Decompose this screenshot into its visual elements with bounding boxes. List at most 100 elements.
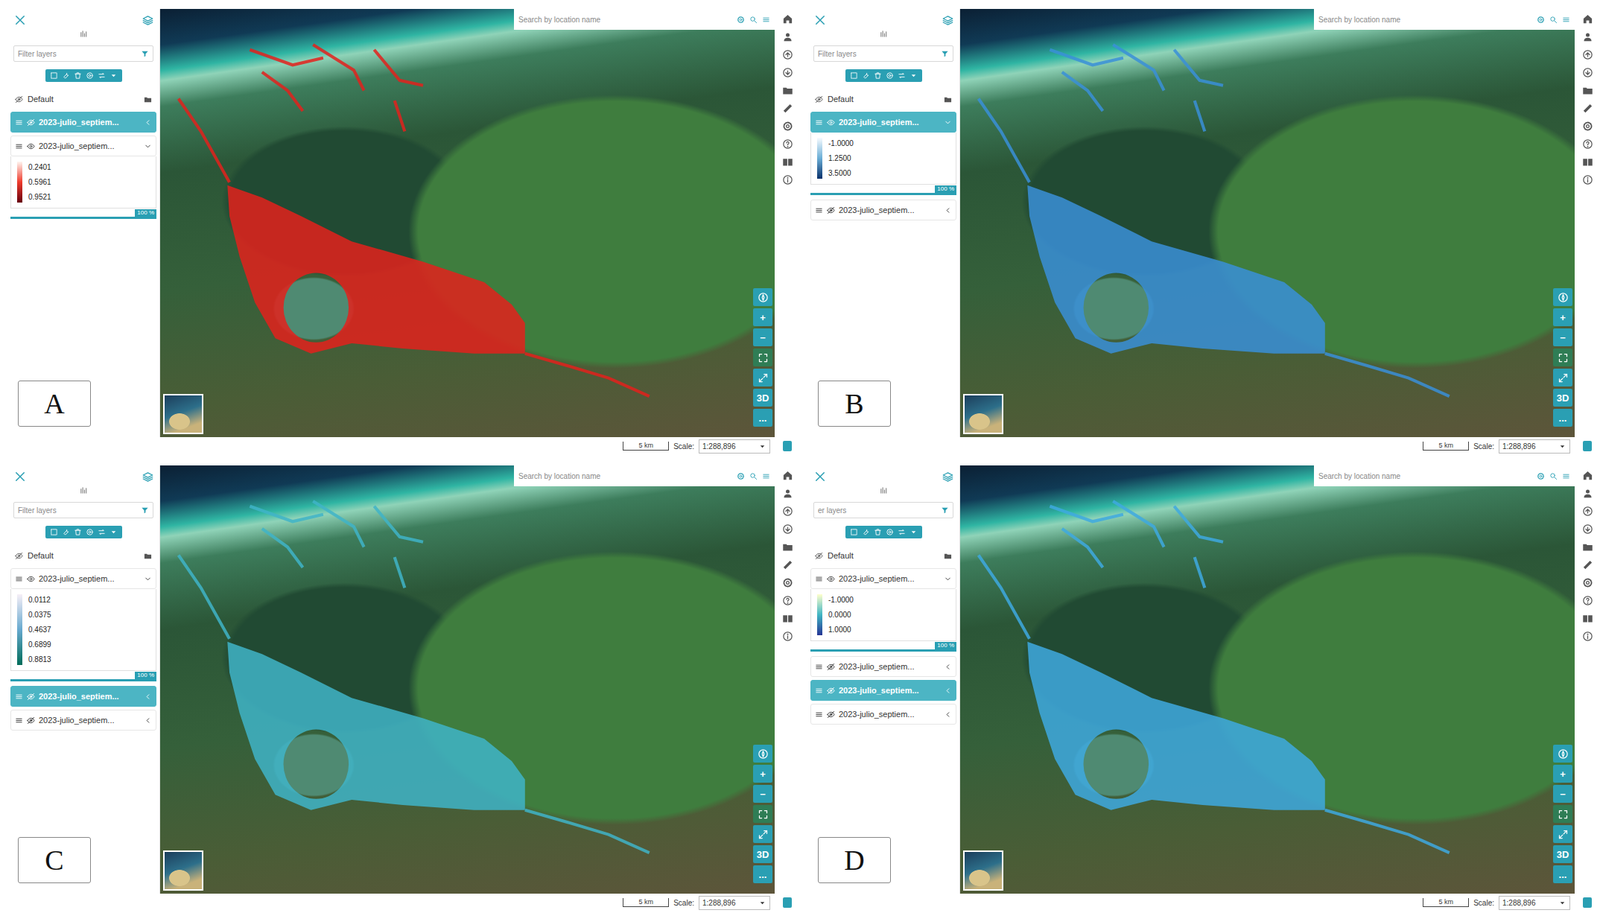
chevron-left-icon[interactable]: [143, 692, 152, 701]
upload-icon[interactable]: [782, 49, 794, 61]
layer-row[interactable]: 2023-julio_septiem...: [810, 656, 957, 678]
close-icon[interactable]: [13, 470, 27, 484]
layers-icon[interactable]: [942, 14, 954, 27]
person-icon[interactable]: [1582, 31, 1594, 43]
layer-group[interactable]: Default: [7, 89, 160, 109]
layer-label[interactable]: 2023-julio_septiem...: [838, 116, 941, 129]
layer-label[interactable]: 2023-julio_septiem...: [38, 690, 141, 704]
gear-icon[interactable]: [736, 15, 745, 24]
swap-icon[interactable]: [897, 528, 906, 537]
search-icon[interactable]: [1549, 472, 1558, 481]
folder-icon[interactable]: [143, 551, 152, 561]
map-canvas[interactable]: +−3D...: [960, 8, 1575, 438]
layer-row[interactable]: 2023-julio_septiem...: [10, 568, 157, 590]
layer-row[interactable]: 2023-julio_septiem...: [10, 686, 157, 707]
filter-input[interactable]: [817, 48, 938, 60]
gear-icon[interactable]: [782, 577, 794, 589]
handle-icon[interactable]: [814, 206, 824, 215]
3d-button[interactable]: 3D: [1553, 388, 1573, 407]
info-icon[interactable]: [782, 174, 794, 186]
eye-off-icon[interactable]: [14, 95, 24, 104]
question-icon[interactable]: [1582, 595, 1594, 607]
info-icon[interactable]: [1582, 630, 1594, 643]
swap-icon[interactable]: [97, 528, 106, 537]
scale-select[interactable]: 1:288,896: [698, 896, 771, 911]
layer-row[interactable]: 2023-julio_septiem...: [10, 709, 157, 731]
swap-icon[interactable]: [897, 71, 906, 80]
layer-toolbar[interactable]: [45, 525, 123, 539]
caret-down-icon[interactable]: [109, 528, 118, 537]
zoom-out-button[interactable]: −: [1553, 328, 1573, 347]
chevron-down-icon[interactable]: [943, 575, 952, 584]
chevron-left-icon[interactable]: [943, 662, 952, 672]
book-icon[interactable]: [1582, 613, 1594, 625]
overview-map[interactable]: [163, 850, 204, 891]
gear-icon[interactable]: [1536, 15, 1545, 24]
close-icon[interactable]: [813, 470, 827, 484]
compass-button[interactable]: [1553, 744, 1573, 763]
filter-input[interactable]: [17, 48, 138, 60]
menu-icon[interactable]: [762, 15, 771, 24]
opacity-slider[interactable]: 100 %: [10, 671, 157, 682]
wrench-icon[interactable]: [61, 528, 71, 537]
book-icon[interactable]: [782, 156, 794, 168]
layer-row[interactable]: 2023-julio_septiem...: [10, 135, 157, 157]
folder-icon[interactable]: [782, 541, 794, 553]
filter-input[interactable]: [817, 505, 938, 517]
close-icon[interactable]: [13, 13, 27, 27]
layer-group[interactable]: Default: [807, 545, 960, 566]
layer-group[interactable]: Default: [7, 545, 160, 566]
scale-select[interactable]: 1:288,896: [1498, 896, 1571, 911]
layer-toolbar[interactable]: [845, 525, 923, 539]
home-icon[interactable]: [782, 13, 794, 25]
layer-label[interactable]: 2023-julio_septiem...: [838, 204, 941, 217]
expand-button[interactable]: [1553, 368, 1573, 387]
upload-icon[interactable]: [782, 505, 794, 517]
overview-map[interactable]: [163, 394, 204, 435]
search-icon[interactable]: [749, 472, 758, 481]
search-input[interactable]: [518, 14, 733, 26]
eye-icon[interactable]: [826, 575, 836, 584]
gear-icon[interactable]: [1536, 472, 1545, 481]
layer-row[interactable]: 2023-julio_septiem...: [810, 568, 957, 590]
info-icon[interactable]: [1582, 174, 1594, 186]
home-icon[interactable]: [782, 470, 794, 482]
download-icon[interactable]: [1582, 523, 1594, 535]
menu-icon[interactable]: [762, 472, 771, 481]
wrench-icon[interactable]: [61, 71, 71, 80]
close-icon[interactable]: [813, 13, 827, 27]
opacity-slider[interactable]: 100 %: [810, 184, 957, 196]
target-icon[interactable]: [885, 528, 894, 537]
layer-row[interactable]: 2023-julio_septiem...: [810, 703, 957, 725]
eye-off-icon[interactable]: [14, 551, 24, 561]
trash-icon[interactable]: [73, 71, 82, 80]
opacity-slider[interactable]: 100 %: [810, 641, 957, 652]
layer-toolbar[interactable]: [845, 69, 923, 82]
funnel-icon[interactable]: [140, 49, 149, 59]
select-icon[interactable]: [49, 71, 59, 80]
home-icon[interactable]: [1582, 13, 1594, 25]
zoom-in-button[interactable]: +: [753, 764, 773, 783]
question-icon[interactable]: [1582, 138, 1594, 150]
funnel-icon[interactable]: [940, 506, 949, 515]
compass-button[interactable]: [753, 744, 773, 763]
scale-select[interactable]: 1:288,896: [698, 439, 771, 454]
layer-group[interactable]: Default: [807, 89, 960, 109]
eye-icon[interactable]: [26, 575, 36, 584]
wrench-icon[interactable]: [861, 528, 871, 537]
handle-icon[interactable]: [14, 692, 24, 701]
layers-icon[interactable]: [142, 14, 154, 27]
target-icon[interactable]: [885, 71, 894, 80]
expand-button[interactable]: [753, 368, 773, 387]
question-icon[interactable]: [782, 595, 794, 607]
folder-icon[interactable]: [943, 551, 952, 561]
person-icon[interactable]: [1582, 487, 1594, 500]
upload-icon[interactable]: [1582, 505, 1594, 517]
layer-label[interactable]: 2023-julio_septiem...: [38, 140, 141, 153]
zoom-in-button[interactable]: +: [1553, 764, 1573, 783]
person-icon[interactable]: [782, 31, 794, 43]
chevron-left-icon[interactable]: [143, 716, 152, 725]
trash-icon[interactable]: [73, 528, 82, 537]
handle-icon[interactable]: [14, 118, 24, 127]
map-canvas[interactable]: +−3D...: [960, 465, 1575, 894]
